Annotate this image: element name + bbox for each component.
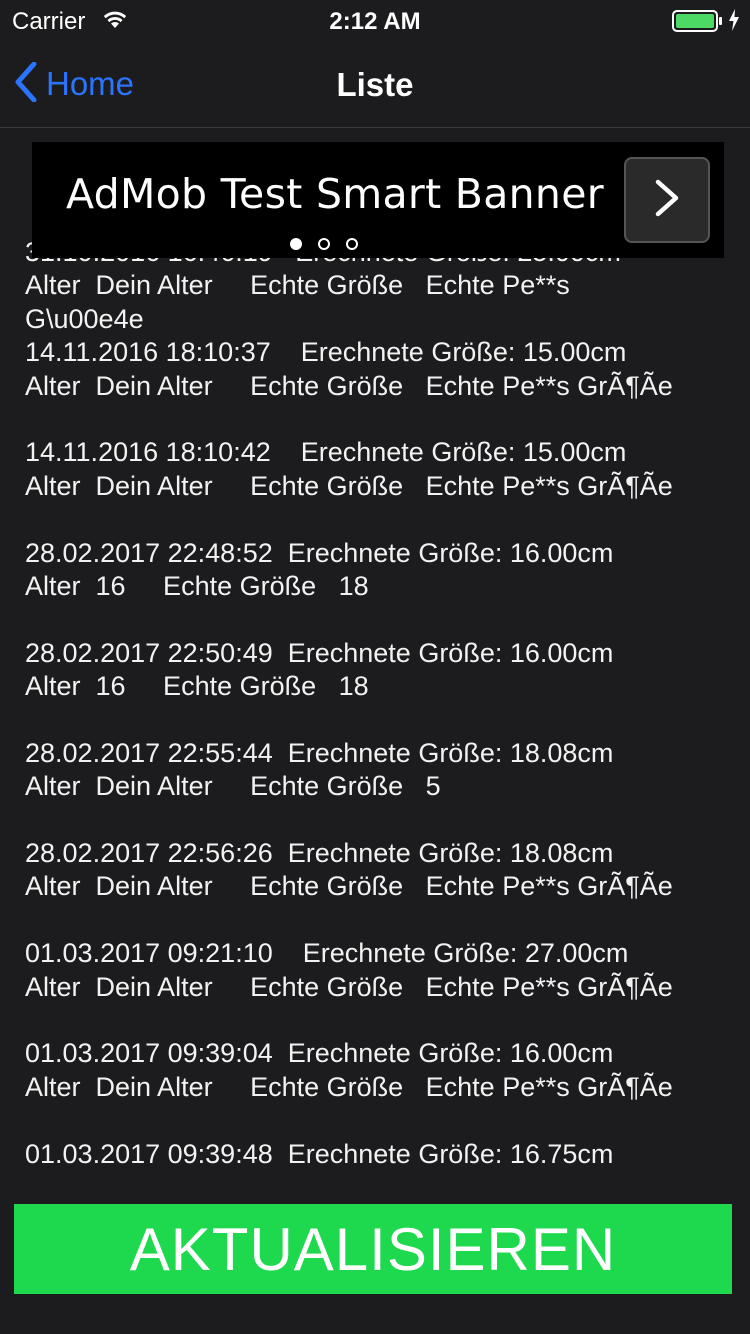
list-item-line-3: G\u00e4e [25,303,144,334]
status-time: 2:12 AM [329,8,421,35]
history-list-content: 31.10.2016 16:46:19 Erechnete Größe: 25.… [25,236,730,1164]
list-item-line-1: 01.03.2017 09:39:04 Erechnete Größe: 16.… [25,1038,614,1069]
history-list[interactable]: 31.10.2016 16:46:19 Erechnete Größe: 25.… [0,142,750,1164]
charging-bolt-icon [728,9,740,36]
battery-icon [672,10,724,37]
list-item: 28.02.2017 22:48:52 Erechnete Größe: 16.… [25,537,730,637]
list-item-line-1: 28.02.2017 22:48:52 Erechnete Größe: 16.… [25,537,614,568]
navigation-bar: Home Liste [0,40,750,128]
list-item: 01.03.2017 09:21:10 Erechnete Größe: 27.… [25,937,730,1037]
list-item: 14.11.2016 18:10:42 Erechnete Größe: 15.… [25,436,730,536]
list-item-line-2: Alter Dein Alter Echte Größe Echte Pe**s… [25,971,673,1002]
status-bar: Carrier 2:12 AM [0,0,750,40]
list-item-line-1: 14.11.2016 18:10:37 Erechnete Größe: 15.… [25,337,627,368]
list-item-line-2: Alter Dein Alter Echte Größe Echte Pe**s… [25,871,673,902]
list-item-line-2: Alter 16 Echte Größe 18 [25,570,369,601]
list-item-line-2: Alter Dein Alter Echte Größe Echte Pe**s… [25,370,673,401]
page-title: Liste [336,66,414,103]
list-item-line-2: Alter Dein Alter Echte Größe 5 [25,771,441,802]
list-item-line-2: Alter Dein Alter Echte Größe Echte Pe**s [25,270,570,301]
list-item: 28.02.2017 22:55:44 Erechnete Größe: 18.… [25,737,730,837]
list-item: 28.02.2017 22:50:49 Erechnete Größe: 16.… [25,637,730,737]
list-item-line-1: 28.02.2017 22:50:49 Erechnete Größe: 16.… [25,637,614,668]
ad-banner-text: AdMob Test Smart Banner [66,170,604,218]
list-item-line-1: 01.03.2017 09:21:10 Erechnete Größe: 27.… [25,938,629,969]
list-item-line-1: 28.02.2017 22:56:26 Erechnete Größe: 18.… [25,838,614,869]
ad-page-indicator [290,238,358,250]
chevron-right-icon [652,178,682,223]
page-dot [318,238,330,250]
update-button[interactable]: AKTUALISIEREN [14,1204,732,1294]
page-dot [346,238,358,250]
list-item: 01.03.2017 09:39:04 Erechnete Größe: 16.… [25,1037,730,1137]
ad-arrow-button[interactable] [624,157,710,243]
list-item-line-1: 14.11.2016 18:10:42 Erechnete Größe: 15.… [25,437,627,468]
list-item-line-2: Alter Dein Alter Echte Größe Echte Pe**s… [25,1071,673,1102]
ad-banner[interactable]: AdMob Test Smart Banner [32,142,724,258]
page-dot [290,238,302,250]
list-item: 01.03.2017 09:39:48 Erechnete Größe: 16.… [25,1138,730,1164]
list-item-line-1: 28.02.2017 22:55:44 Erechnete Größe: 18.… [25,737,614,768]
list-item-line-2: Alter Dein Alter Echte Größe Echte Pe**s… [25,470,673,501]
list-item: 28.02.2017 22:56:26 Erechnete Größe: 18.… [25,837,730,937]
list-item-line-1: 01.03.2017 09:39:48 Erechnete Größe: 16.… [25,1138,614,1164]
list-item: 14.11.2016 18:10:37 Erechnete Größe: 15.… [25,336,730,436]
list-item-line-2: Alter 16 Echte Größe 18 [25,671,369,702]
